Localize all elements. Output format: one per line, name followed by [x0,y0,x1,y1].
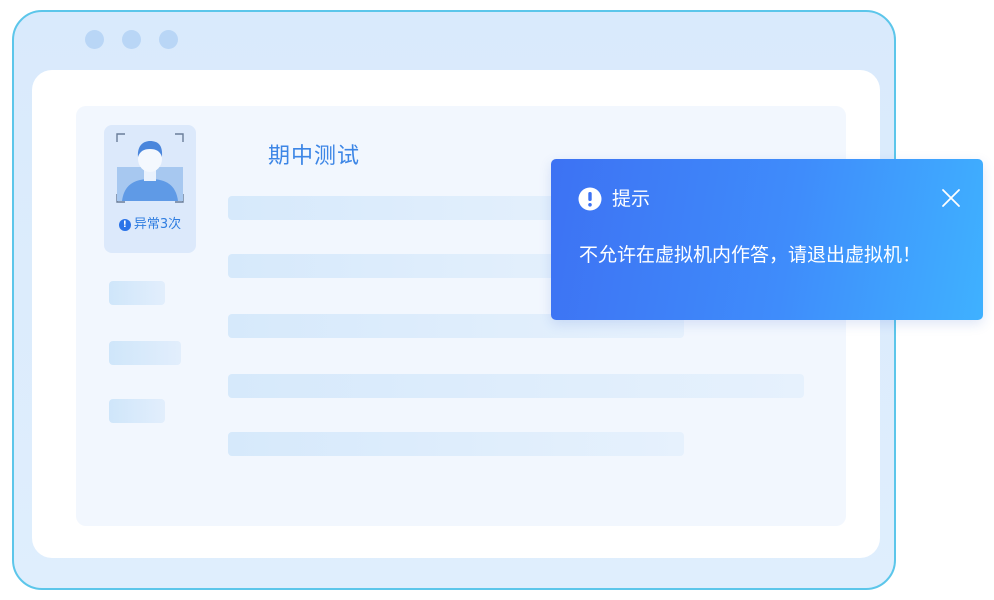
exam-title: 期中测试 [268,144,361,169]
user-avatar-icon [116,133,184,203]
dialog-title: 提示 [612,188,651,210]
anomaly-warning: ! 异常3次 [104,213,196,232]
proctor-camera-card: ! 异常3次 [104,125,196,253]
window-dot [85,30,104,49]
anomaly-warning-text: 异常3次 [133,217,182,232]
content-placeholder-bar [228,374,804,398]
sidebar-placeholder [109,399,165,423]
illustration-stage: ! 异常3次 期中测试 提示 不允许在虚拟机内作答，请退出虚拟机！ [0,0,994,600]
exclamation-circle-icon [578,187,602,211]
window-dot [159,30,178,49]
sidebar-placeholder [109,281,165,305]
dialog-message: 不允许在虚拟机内作答，请退出虚拟机！ [579,244,922,266]
close-icon[interactable] [939,186,963,210]
window-dot [122,30,141,49]
alert-dialog: 提示 不允许在虚拟机内作答，请退出虚拟机！ [551,159,983,320]
content-placeholder-bar [228,432,684,456]
sidebar-placeholder [109,341,181,365]
exclamation-circle-icon: ! [118,219,131,231]
